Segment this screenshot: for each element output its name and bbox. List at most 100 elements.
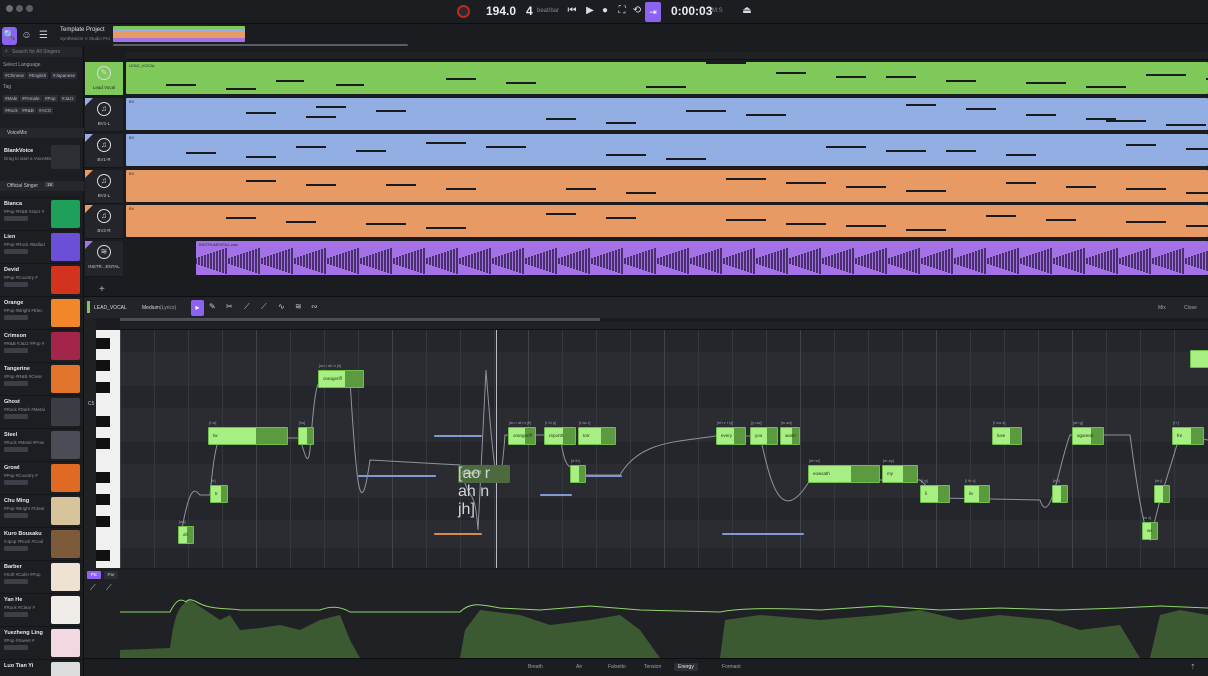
pitch-line-icon[interactable]: ⟋ — [261, 302, 267, 312]
track-header[interactable]: ♫ BV2-R — [85, 205, 123, 239]
window-minimize-dot[interactable] — [16, 5, 23, 12]
tag-acg[interactable]: #ACG — [37, 107, 54, 114]
singer-card[interactable]: Crimson #R&B #Jazz #Pop # — [0, 329, 84, 361]
note[interactable]: orangeriff [ao r ah n jh] — [508, 420, 536, 445]
black-key[interactable] — [96, 494, 110, 505]
track-clip[interactable]: BV — [126, 98, 1208, 130]
tag-japanese[interactable]: #Japanese — [51, 72, 78, 79]
singer-card[interactable]: Devid #Pop #Country # — [0, 263, 84, 295]
tab-formant[interactable]: Formant — [718, 663, 745, 671]
window-close-dot[interactable] — [6, 5, 13, 12]
param-erase-icon[interactable]: ⟋ — [106, 583, 112, 593]
note[interactable]: orangeriff [ao r ah n jh] — [318, 363, 364, 388]
black-key[interactable] — [96, 382, 110, 393]
black-key[interactable] — [96, 516, 110, 527]
singer-card[interactable]: Lien #Pop #Rock #Ballad — [0, 230, 84, 262]
singers-tab-icon[interactable]: 🔍 — [2, 27, 17, 45]
black-key[interactable] — [96, 550, 110, 561]
singer-card[interactable]: Orange #Pop #Bright #Elec — [0, 296, 84, 328]
track-header[interactable]: ≋ INSTR...ENTAL — [85, 241, 123, 277]
note[interactable]: ws [w s] — [1142, 515, 1158, 540]
note[interactable]: [eh] — [1154, 478, 1170, 503]
voicemix-section-header[interactable]: VoiceMix — [0, 128, 84, 138]
editor-close-button[interactable]: Close — [1184, 305, 1197, 311]
singer-card[interactable]: Growl #Pop #Country # — [0, 461, 84, 493]
note[interactable]: [eh] — [1052, 478, 1068, 503]
note[interactable]: luse [l uw s] — [992, 420, 1022, 445]
singer-card[interactable]: Ghost #Rock #Dark #Metal — [0, 395, 84, 427]
track-type-icon[interactable]: ≋ — [97, 245, 111, 259]
tag-english[interactable]: #English — [27, 72, 49, 79]
param-button-b[interactable]: Par — [104, 571, 118, 579]
note[interactable]: liv [l ih v] — [964, 478, 990, 503]
tag-jazz[interactable]: #Jazz — [60, 95, 76, 102]
track-header[interactable]: ✎ Lead Vocal — [85, 62, 123, 96]
singer-card[interactable]: Chu Ming #Pop #Bright #Clear — [0, 494, 84, 526]
settings-tab-icon[interactable]: ☰ — [36, 27, 51, 45]
note[interactable] — [1190, 350, 1208, 368]
parameter-panel[interactable] — [120, 570, 1208, 658]
singer-card[interactable]: Bianca #Pop #R&B #Jazz # — [0, 197, 84, 229]
track-type-icon[interactable]: ♫ — [97, 138, 111, 152]
tab-air[interactable]: Air — [572, 663, 586, 671]
top-scrollbar[interactable] — [113, 44, 408, 46]
track-ruler[interactable] — [126, 52, 1208, 60]
vibrato-tool-icon[interactable]: ∿ — [278, 302, 285, 311]
loop-icon[interactable]: ⟲ — [632, 5, 642, 17]
tag-chinese[interactable]: #Chinese — [3, 72, 27, 79]
piano-keyboard[interactable]: C5 — [88, 330, 120, 568]
scissors-tool-icon[interactable]: ✂ — [226, 302, 233, 311]
tune-tool-icon[interactable]: ∾ — [311, 302, 318, 311]
tag-rnb[interactable]: #R&B — [20, 107, 36, 114]
editor-ruler[interactable] — [120, 322, 1208, 330]
tab-tension[interactable]: Tension — [640, 663, 665, 671]
official-singer-header[interactable]: Official Singer 18 — [0, 181, 84, 191]
note[interactable]: torr [t ao r] — [578, 420, 616, 445]
voice-tab-icon[interactable]: ☺ — [19, 27, 34, 45]
record-icon[interactable]: ● — [600, 5, 610, 17]
singer-card[interactable]: Kuro Bousaku #Jpop #Rock #Cool — [0, 527, 84, 559]
track-clip[interactable]: LEAD_VOCAL — [126, 62, 1208, 94]
metronome-icon[interactable] — [457, 5, 470, 18]
note[interactable]: [tw] — [298, 420, 314, 445]
track-clip[interactable]: BV — [126, 205, 1208, 237]
select-tool-icon[interactable]: ▸ — [191, 300, 204, 316]
tab-energy[interactable]: Energy — [674, 663, 698, 671]
note[interactable]: fre [f r] — [1172, 420, 1204, 445]
note[interactable]: my [m ay] — [882, 458, 918, 483]
tag-male[interactable]: #Male — [3, 95, 20, 102]
note[interactable]: orangeriff [ao r ah n jh] — [458, 465, 510, 518]
singer-card[interactable]: Tangerine #Pop #R&B #Clear — [0, 362, 84, 394]
param-button-a[interactable]: Ptc — [87, 571, 101, 579]
track-clip[interactable]: INSTRUMENTAL.wav — [196, 241, 1208, 275]
track-header[interactable]: ♫ BV1-L — [85, 98, 123, 132]
skip-back-icon[interactable]: ⏮ — [567, 5, 577, 17]
singer-card[interactable]: Yuezheng Ling #Pop #Sweet # — [0, 626, 84, 658]
editor-mode-dropdown[interactable]: (Lyrics) — [160, 305, 176, 311]
play-icon[interactable]: ▶ — [585, 5, 595, 17]
tab-breath[interactable]: Breath — [524, 663, 547, 671]
note[interactable]: you [y uw] — [750, 420, 778, 445]
note[interactable]: tr [tr] — [210, 478, 228, 503]
follow-playhead-button[interactable]: ⇥ — [645, 2, 661, 22]
beats-value[interactable]: 4 — [526, 4, 533, 18]
note[interactable]: aganeal [ah g] — [1072, 420, 1104, 445]
note[interactable]: li [l iy] — [920, 478, 950, 503]
overview-minimap[interactable] — [113, 26, 245, 42]
tag-pop[interactable]: #Pop — [43, 95, 58, 102]
black-key[interactable] — [96, 338, 110, 349]
expand-icon[interactable]: ⇡ — [1190, 663, 1196, 671]
fit-icon[interactable]: ⛶ — [617, 5, 627, 17]
track-clip[interactable]: BV — [126, 134, 1208, 166]
black-key[interactable] — [96, 360, 110, 371]
black-key[interactable] — [96, 416, 110, 427]
singer-card[interactable]: Steel #Rock #Metal #Pow — [0, 428, 84, 460]
note[interactable]: tw [t w] — [208, 420, 288, 445]
singer-card[interactable]: Yan He #Rock #Clear # — [0, 593, 84, 625]
tag-rock[interactable]: #Rock — [3, 107, 20, 114]
track-type-icon[interactable]: ♫ — [97, 174, 111, 188]
note[interactable]: eowsath [eh w] — [808, 458, 880, 483]
wave-tool-icon[interactable]: ≋ — [295, 302, 302, 311]
track-clip[interactable]: BV — [126, 170, 1208, 202]
note[interactable]: wantI [w aa] — [780, 420, 800, 445]
